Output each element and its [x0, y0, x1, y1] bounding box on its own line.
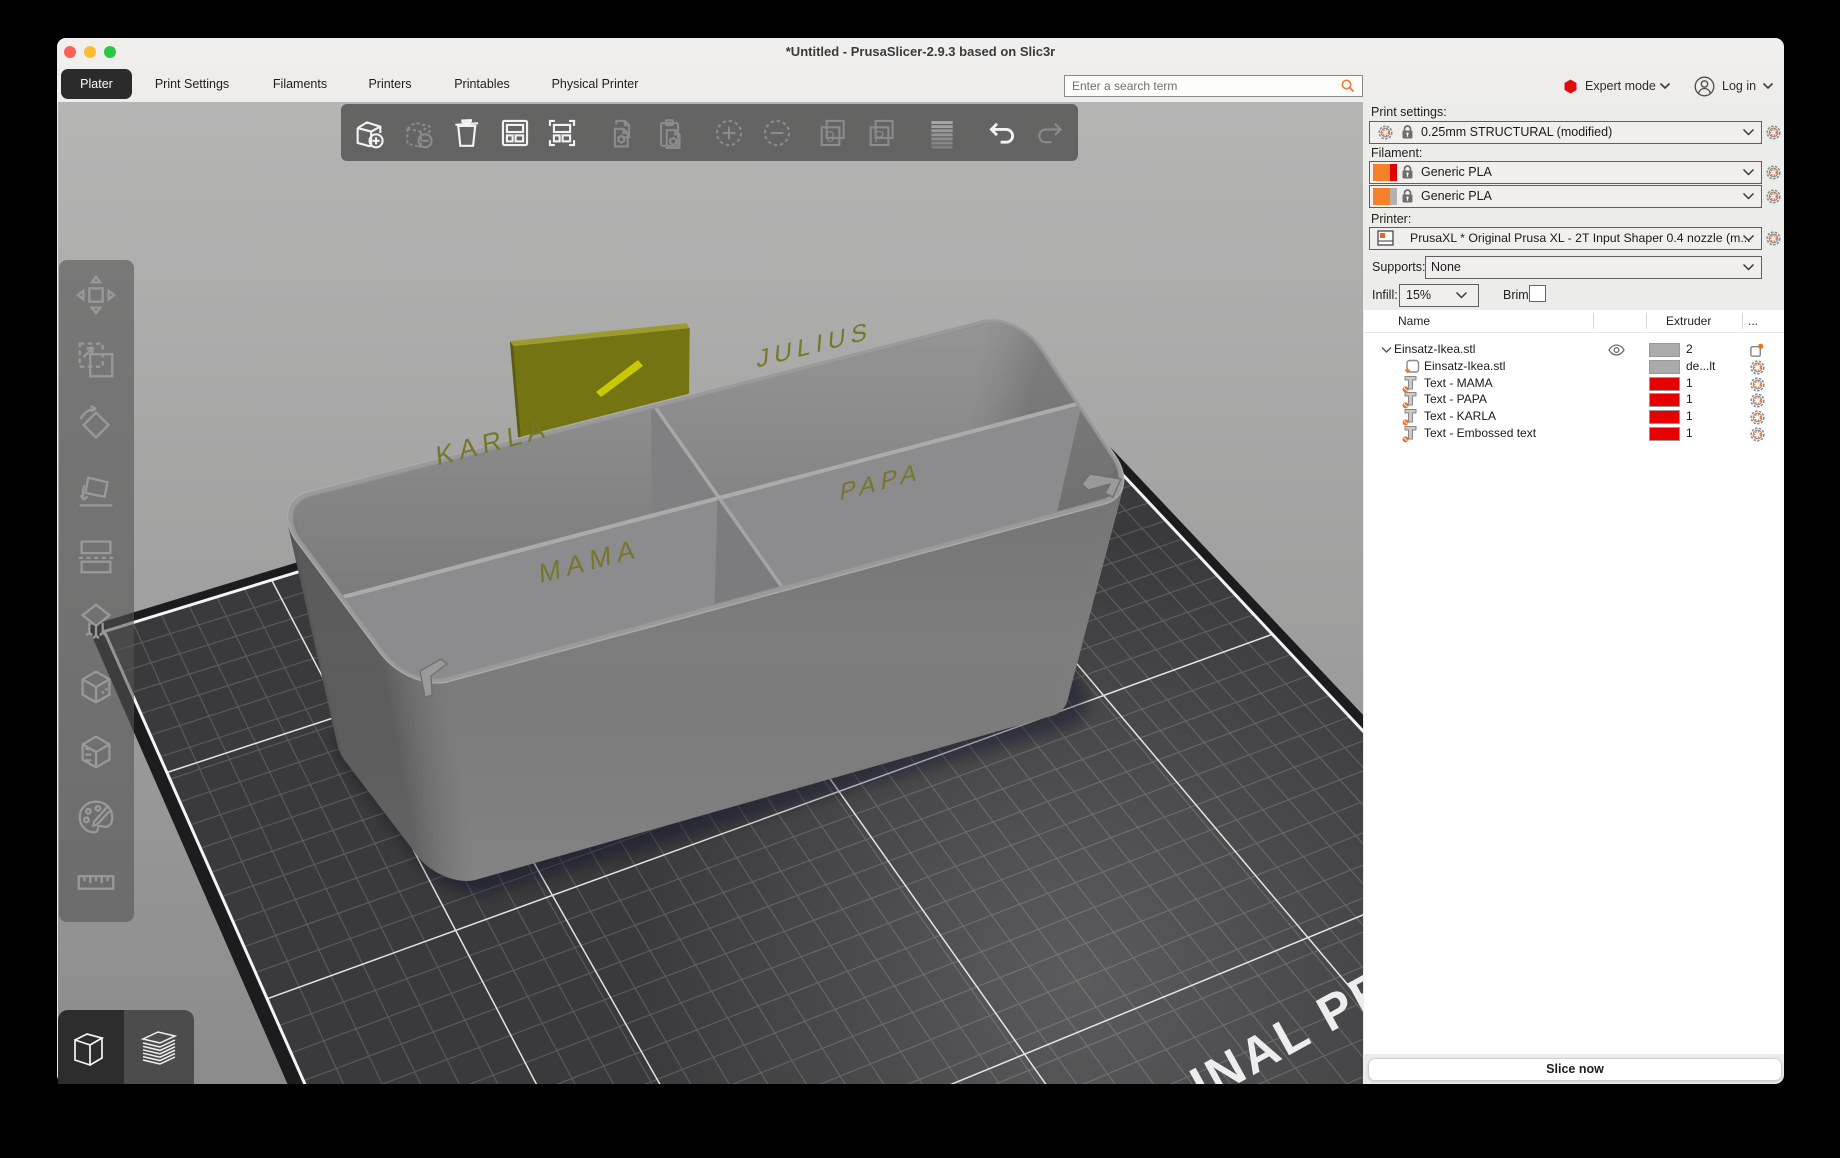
svg-text:0: 0	[826, 129, 835, 146]
svg-text:P: P	[874, 129, 884, 146]
